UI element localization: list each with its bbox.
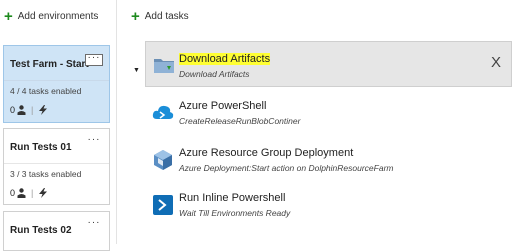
more-options-button[interactable]: ···: [85, 218, 103, 232]
trigger-lightning-icon[interactable]: [38, 105, 48, 115]
task-azure-powershell[interactable]: Azure PowerShell CreateReleaseRunBlobCon…: [146, 96, 514, 132]
meta-separator: |: [31, 105, 34, 115]
plus-icon: +: [131, 7, 140, 25]
cube-icon: [154, 150, 172, 170]
approver-count: 0: [10, 105, 16, 115]
tasks-enabled-count: 4 / 4 tasks enabled: [10, 86, 82, 96]
environment-card-run-tests-01[interactable]: Run Tests 01 ··· 3 / 3 tasks enabled 0 |: [3, 128, 110, 205]
powershell-icon: [153, 195, 173, 215]
task-name: Azure PowerShell: [179, 100, 267, 112]
task-azure-resource-group-deployment[interactable]: Azure Resource Group Deployment Azure De…: [146, 143, 514, 179]
environment-title: Test Farm - Start: [10, 59, 89, 70]
task-name: Azure Resource Group Deployment: [179, 147, 354, 159]
task-download-artifacts[interactable]: Download Artifacts Download Artifacts X: [145, 41, 512, 87]
close-icon[interactable]: X: [491, 54, 501, 71]
trigger-lightning-icon[interactable]: [38, 188, 48, 198]
divider: [4, 163, 109, 164]
tasks-enabled-count: 3 / 3 tasks enabled: [10, 169, 82, 179]
task-name: Run Inline Powershell: [179, 192, 286, 204]
add-tasks-button[interactable]: + Add tasks: [131, 7, 189, 25]
task-subtitle: Azure Deployment:Start action on Dolphin…: [179, 163, 394, 173]
task-subtitle: Download Artifacts: [179, 69, 250, 79]
environment-title: Run Tests 02: [10, 225, 72, 236]
approver-person-icon[interactable]: [17, 188, 26, 198]
environment-title: Run Tests 01: [10, 142, 72, 153]
task-run-inline-powershell[interactable]: Run Inline Powershell Wait Till Environm…: [146, 188, 514, 224]
collapse-caret-icon[interactable]: ▼: [133, 67, 140, 74]
add-environments-label: Add environments: [17, 11, 99, 22]
environments-panel: + Add environments Test Farm - Start ···…: [0, 0, 116, 251]
environment-card-test-farm-start[interactable]: Test Farm - Start ··· 4 / 4 tasks enable…: [3, 45, 110, 123]
task-subtitle: CreateReleaseRunBlobContiner: [179, 116, 301, 126]
task-subtitle: Wait Till Environments Ready: [179, 208, 291, 218]
environment-meta: 0 |: [10, 105, 48, 115]
azure-cloud-powershell-icon: [152, 105, 174, 119]
task-name: Download Artifacts: [179, 53, 271, 65]
approver-count: 0: [10, 188, 16, 198]
more-options-button[interactable]: ···: [85, 53, 103, 66]
plus-icon: +: [4, 7, 13, 25]
add-environments-button[interactable]: + Add environments: [4, 7, 99, 25]
divider: [4, 80, 109, 81]
meta-separator: |: [31, 188, 34, 198]
approver-person-icon[interactable]: [17, 105, 26, 115]
environment-card-run-tests-02[interactable]: Run Tests 02 ···: [3, 211, 110, 251]
more-options-button[interactable]: ···: [85, 135, 103, 149]
folder-download-icon: [154, 59, 174, 73]
panel-divider: [116, 0, 117, 244]
add-tasks-label: Add tasks: [144, 11, 189, 22]
environment-meta: 0 |: [10, 188, 48, 198]
